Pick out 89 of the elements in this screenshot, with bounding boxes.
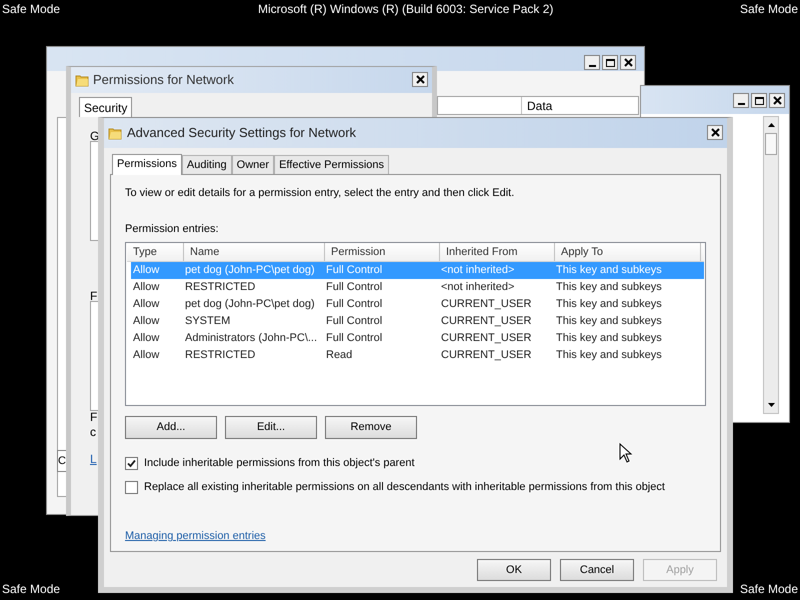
table-cell-text: This key and subkeys [555, 297, 663, 312]
checkbox[interactable] [125, 456, 138, 470]
table-cell-text: SYSTEM [184, 314, 232, 329]
column-header[interactable]: Permission [325, 243, 440, 261]
safe-mode-label: Safe Mode [2, 1, 60, 18]
column-header[interactable]: Name [184, 243, 325, 261]
dialog-button[interactable]: OK [477, 559, 551, 581]
table-cell-text: Allow [132, 297, 160, 312]
scrollbar-thumb[interactable] [765, 133, 777, 155]
address-field[interactable]: C [57, 450, 66, 472]
table-cell-text: CURRENT_USER [440, 297, 532, 312]
table-cell-text: Full Control [325, 314, 384, 329]
checkbox-label: Replace all existing inheritable permissions on all descendants with inheritable permissions from this object [144, 480, 665, 494]
label-fragment: F [90, 288, 98, 305]
column-header[interactable]: Data [522, 97, 552, 114]
dialog-button[interactable]: Cancel [560, 559, 634, 581]
table-cell-text: Allow [132, 331, 160, 346]
table-cell-text: Allow [132, 314, 160, 329]
table-cell-text: CURRENT_USER [440, 348, 532, 363]
maximize-button[interactable] [751, 93, 767, 108]
table-cell-text: This key and subkeys [555, 280, 663, 295]
label-fragment: F [90, 409, 98, 426]
window-title: Advanced Security Settings for Network [127, 124, 356, 142]
table-cell-text: Allow [132, 263, 160, 278]
tab[interactable]: Effective Permissions [274, 155, 390, 174]
folder-icon [75, 73, 89, 87]
table-cell-text: Read [325, 348, 354, 363]
table-row[interactable]: Allow RESTRICTED Full Control <not inherited> This key and subkeys [131, 279, 704, 296]
safe-mode-label: Safe Mode [2, 581, 60, 598]
mouse-cursor-icon [619, 443, 633, 463]
close-icon [710, 128, 720, 137]
tab[interactable]: Permissions [112, 154, 182, 175]
close-icon [416, 75, 424, 84]
column-header[interactable]: Inherited From [440, 243, 555, 261]
up-arrow-icon[interactable] [768, 123, 774, 127]
checkbox[interactable] [125, 480, 138, 494]
table-cell-text: CURRENT_USER [440, 331, 532, 346]
minimize-button[interactable] [584, 55, 600, 70]
table-cell-text: <not inherited> [440, 280, 516, 295]
table-cell-text: This key and subkeys [555, 331, 663, 346]
tab[interactable]: Security [79, 97, 132, 117]
entry-button[interactable]: Remove [325, 416, 417, 439]
label-fragment: L [90, 451, 97, 468]
entry-button[interactable]: Add... [125, 416, 217, 439]
safe-mode-label: Safe Mode [740, 581, 798, 598]
label-fragment: c [90, 424, 96, 441]
table-cell-text: CURRENT_USER [440, 314, 532, 329]
safe-mode-label: Safe Mode [740, 1, 798, 18]
table-cell-text: <not inherited> [440, 263, 516, 278]
scrollbar[interactable] [763, 116, 779, 414]
table-cell-text: This key and subkeys [555, 348, 663, 363]
close-icon [772, 96, 782, 105]
close-button[interactable] [769, 93, 785, 108]
instructions-text: To view or edit details for a permission entry, select the entry and then click Edit. [125, 186, 516, 201]
table-cell-text: Full Control [325, 280, 384, 295]
table-cell-text: Administrators (John-PC\... [184, 331, 318, 346]
help-link[interactable]: Managing permission entries [125, 528, 266, 544]
table-cell-text: Allow [132, 348, 160, 363]
checkbox-label: Include inheritable permissions from this object's parent [144, 456, 415, 470]
entry-button[interactable]: Edit... [225, 416, 317, 439]
tab[interactable]: Owner [232, 155, 274, 174]
table-cell-text: This key and subkeys [555, 263, 663, 278]
down-arrow-icon[interactable] [768, 403, 774, 407]
column-header[interactable]: Apply To [555, 243, 701, 261]
table-cell-text: This key and subkeys [555, 314, 663, 329]
table-cell-text: RESTRICTED [184, 280, 256, 295]
close-button[interactable] [707, 125, 723, 140]
table-cell-text: pet dog (John-PC\pet dog) [184, 263, 316, 278]
folder-icon [108, 126, 122, 140]
system-build-label: Microsoft (R) Windows (R) (Build 6003: Service Pack 2) [258, 1, 554, 18]
close-button[interactable] [620, 55, 636, 70]
minimize-button[interactable] [733, 93, 749, 108]
table-cell-text: Full Control [325, 331, 384, 346]
maximize-button[interactable] [602, 55, 618, 70]
table-cell-text: Full Control [325, 263, 384, 278]
section-label: Permission entries: [125, 222, 220, 237]
table-cell-text: Full Control [325, 297, 384, 312]
close-icon [624, 58, 632, 67]
table-row[interactable]: Allow RESTRICTED Read CURRENT_USER This key and subkeys [131, 347, 704, 364]
table-cell-text: RESTRICTED [184, 348, 256, 363]
close-button[interactable] [412, 72, 428, 87]
table-row[interactable]: Allow Administrators (John-PC\... Full Control CURRENT_USER This key and subkeys [131, 330, 704, 347]
column-header[interactable]: Type [127, 243, 184, 261]
table-cell-text: Allow [132, 280, 160, 295]
window-title: Permissions for Network [93, 71, 234, 90]
table-row[interactable]: Allow pet dog (John-PC\pet dog) Full Control CURRENT_USER This key and subkeys [131, 296, 704, 313]
table-cell-text: pet dog (John-PC\pet dog) [184, 297, 316, 312]
tab[interactable]: Auditing [182, 155, 232, 174]
table-row[interactable]: Allow SYSTEM Full Control CURRENT_USER This key and subkeys [131, 313, 704, 330]
